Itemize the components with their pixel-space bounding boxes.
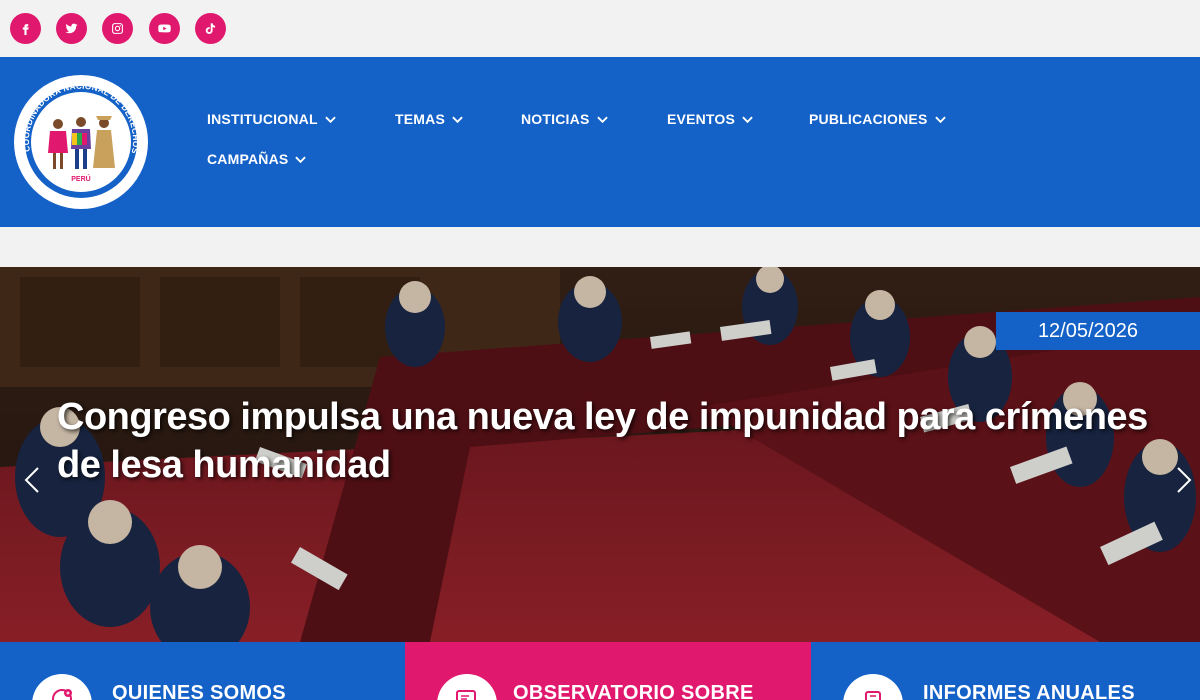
book-icon <box>865 691 881 700</box>
chevron-left-icon <box>24 467 39 493</box>
twitter-icon[interactable] <box>56 13 87 44</box>
card-icon-circle <box>843 674 903 700</box>
organization-logo[interactable]: COORDINADORA NACIONAL DE DERECHOS HUMANO… <box>6 64 152 213</box>
card-icon-circle <box>32 674 92 700</box>
chevron-down-icon <box>934 116 946 123</box>
facebook-icon[interactable] <box>10 13 41 44</box>
nav-institucional[interactable]: INSTITUCIONAL <box>207 111 336 127</box>
card-informes-anuales[interactable]: INFORMES ANUALES <box>811 642 1200 700</box>
chevron-right-icon <box>1177 467 1192 493</box>
hero-slider[interactable]: 12/05/2026 Congreso impulsa una nueva le… <box>0 267 1200 642</box>
card-title: OBSERVATORIO SOBRE <box>513 682 754 700</box>
card-title: INFORMES ANUALES <box>923 682 1135 700</box>
card-observatorio[interactable]: OBSERVATORIO SOBRE <box>405 642 811 700</box>
youtube-icon[interactable] <box>149 13 180 44</box>
chevron-down-icon <box>596 116 608 123</box>
nav-institucional-label: INSTITUCIONAL <box>207 111 318 127</box>
chevron-down-icon <box>295 156 307 163</box>
tiktok-icon[interactable] <box>195 13 226 44</box>
nav-publicaciones-label: PUBLICACIONES <box>809 111 928 127</box>
card-title: QUIENES SOMOS <box>112 682 286 700</box>
nav-publicaciones[interactable]: PUBLICACIONES <box>809 111 946 127</box>
logo-country-text: PERÚ <box>71 174 90 183</box>
nav-campanas-label: CAMPAÑAS <box>207 151 289 167</box>
chevron-down-icon <box>324 116 336 123</box>
chevron-down-icon <box>742 116 753 123</box>
social-bar <box>0 0 1200 57</box>
slider-prev-arrow[interactable] <box>20 465 44 495</box>
slide-date-badge: 12/05/2026 <box>996 312 1200 350</box>
nav-eventos-label: EVENTOS <box>667 111 736 127</box>
chevron-down-icon <box>452 116 463 123</box>
card-quienes-somos[interactable]: QUIENES SOMOS <box>0 642 405 700</box>
nav-campanas[interactable]: CAMPAÑAS <box>207 151 307 167</box>
nav-temas-label: TEMAS <box>395 111 445 127</box>
monitor-icon <box>456 690 476 700</box>
card-icon-circle <box>437 674 497 700</box>
slide-headline[interactable]: Congreso impulsa una nueva ley de impuni… <box>57 393 1167 489</box>
nav-eventos[interactable]: EVENTOS <box>667 111 753 127</box>
handshake-icon <box>52 689 72 700</box>
slide-date: 12/05/2026 <box>1037 319 1139 342</box>
slider-next-arrow[interactable] <box>1172 465 1196 495</box>
header-spacer <box>0 227 1200 267</box>
instagram-icon[interactable] <box>102 13 133 44</box>
nav-noticias-label: NOTICIAS <box>521 111 590 127</box>
nav-noticias[interactable]: NOTICIAS <box>521 111 608 127</box>
main-header: COORDINADORA NACIONAL DE DERECHOS HUMANO… <box>0 57 1200 227</box>
nav-temas[interactable]: TEMAS <box>395 111 463 127</box>
